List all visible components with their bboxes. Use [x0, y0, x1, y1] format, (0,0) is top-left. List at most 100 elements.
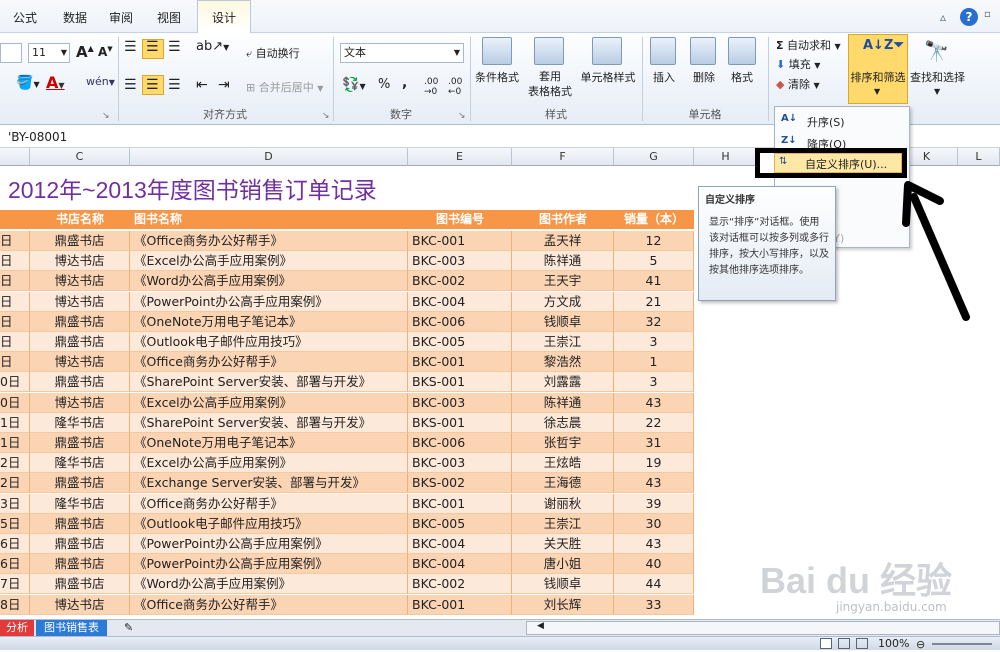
store-cell[interactable]: 隆华书店 [30, 453, 130, 474]
store-cell[interactable]: 隆华书店 [30, 493, 130, 514]
date-cell[interactable]: 日 [0, 332, 30, 352]
tab-design[interactable]: 设计 [197, 0, 251, 33]
date-cell[interactable]: 0日 [0, 372, 30, 393]
author-cell[interactable]: 刘露露 [512, 372, 614, 393]
id-cell[interactable]: BKS-001 [408, 412, 512, 433]
id-cell[interactable]: BKC-005 [408, 332, 512, 352]
author-cell[interactable]: 钱顺卓 [512, 574, 614, 595]
author-cell[interactable]: 谢丽秋 [512, 493, 614, 514]
store-cell[interactable]: 博达书店 [30, 352, 130, 373]
column-header-e[interactable]: E [408, 148, 512, 166]
author-cell[interactable]: 方文成 [512, 291, 614, 312]
date-cell[interactable]: 日 [0, 271, 30, 292]
id-cell[interactable]: BKC-003 [408, 251, 512, 272]
id-cell[interactable]: BKC-003 [408, 453, 512, 474]
date-cell[interactable]: 7日 [0, 574, 30, 595]
currency-icon[interactable]: 💱▼ [342, 77, 366, 93]
align-right-icon[interactable]: ☰ [168, 77, 181, 93]
book-cell[interactable]: 《Outlook电子邮件应用技巧》 [130, 513, 408, 534]
book-cell[interactable]: 《Office商务办公好帮手》 [130, 594, 408, 615]
store-cell[interactable]: 鼎盛书店 [30, 534, 130, 554]
sort-ascending-item[interactable]: A↓ 升序(S) [777, 111, 907, 131]
font-name-box[interactable] [0, 43, 22, 63]
qty-cell[interactable]: 3 [614, 372, 694, 393]
sheet-tab-analysis[interactable]: 分析 [0, 620, 34, 636]
book-cell[interactable]: 《Exchange Server安装、部署与开发》 [130, 473, 408, 494]
book-cell[interactable]: 《Office商务办公好帮手》 [130, 231, 408, 251]
insert-button[interactable]: 插入 [648, 69, 680, 85]
grow-font-button[interactable]: A▲ [76, 43, 94, 61]
qty-cell[interactable]: 22 [614, 412, 694, 433]
comma-button[interactable]: , [402, 75, 407, 91]
orientation-icon[interactable]: ab↗▼ [196, 39, 229, 54]
increase-indent-icon[interactable]: ⇥ [218, 77, 230, 93]
normal-view-icon[interactable] [820, 638, 832, 649]
shrink-font-button[interactable]: A▼ [98, 45, 113, 59]
id-cell[interactable]: BKC-006 [408, 433, 512, 453]
page-layout-icon[interactable] [838, 638, 850, 649]
author-cell[interactable]: 王崇江 [512, 513, 614, 534]
book-cell[interactable]: 《OneNote万用电子笔记本》 [130, 433, 408, 453]
find-select-button[interactable]: 查找和选择 [910, 69, 965, 85]
book-cell[interactable]: 《Excel办公高手应用案例》 [130, 392, 408, 413]
date-cell[interactable]: 6日 [0, 554, 30, 575]
author-cell[interactable]: 王崇江 [512, 332, 614, 352]
book-cell[interactable]: 《Outlook电子邮件应用技巧》 [130, 332, 408, 352]
id-cell[interactable]: BKC-003 [408, 392, 512, 413]
tab-review[interactable]: 审阅 [104, 6, 138, 30]
store-cell[interactable]: 鼎盛书店 [30, 311, 130, 332]
store-cell[interactable]: 鼎盛书店 [30, 372, 130, 393]
cell-styles-button[interactable]: 单元格样式 [578, 69, 638, 85]
qty-cell[interactable]: 39 [614, 493, 694, 514]
id-cell[interactable]: BKC-004 [408, 554, 512, 575]
qty-cell[interactable]: 19 [614, 453, 694, 474]
scroll-left-icon[interactable]: ◀ [537, 621, 544, 631]
decrease-indent-icon[interactable]: ⇤ [196, 77, 208, 93]
horizontal-scrollbar[interactable]: ◀ [526, 621, 1000, 635]
qty-cell[interactable]: 43 [614, 534, 694, 554]
store-cell[interactable]: 鼎盛书店 [30, 231, 130, 251]
column-header-c[interactable]: C [30, 148, 130, 166]
qty-cell[interactable]: 32 [614, 311, 694, 332]
align-bottom-icon[interactable]: ☰ [168, 39, 181, 55]
book-cell[interactable]: 《Office商务办公好帮手》 [130, 493, 408, 514]
store-cell[interactable]: 博达书店 [30, 271, 130, 292]
qty-cell[interactable]: 43 [614, 392, 694, 413]
qty-cell[interactable]: 33 [614, 594, 694, 615]
tab-view[interactable]: 视图 [152, 6, 186, 30]
custom-sort-item[interactable]: ⇅ 自定义排序(U)... [774, 153, 902, 173]
percent-button[interactable]: % [378, 77, 390, 92]
date-cell[interactable]: 2日 [0, 453, 30, 474]
store-cell[interactable]: 鼎盛书店 [30, 433, 130, 453]
book-cell[interactable]: 《Word办公高手应用案例》 [130, 271, 408, 292]
date-cell[interactable]: 5日 [0, 513, 30, 534]
more-icon[interactable]: ▫ [984, 9, 991, 20]
store-cell[interactable]: 鼎盛书店 [30, 574, 130, 595]
date-cell[interactable]: 1日 [0, 412, 30, 433]
book-cell[interactable]: 《SharePoint Server安装、部署与开发》 [130, 412, 408, 433]
qty-cell[interactable]: 5 [614, 251, 694, 272]
delete-button[interactable]: 删除 [688, 69, 720, 85]
id-cell[interactable]: BKC-004 [408, 534, 512, 554]
align-center-icon[interactable]: ☰ [146, 77, 159, 93]
alignment-dialog-launcher-icon[interactable]: ↘ [322, 111, 330, 121]
qty-cell[interactable]: 44 [614, 574, 694, 595]
number-dialog-launcher-icon[interactable]: ↘ [458, 111, 466, 121]
column-header-g[interactable]: G [614, 148, 694, 166]
id-cell[interactable]: BKC-001 [408, 594, 512, 615]
store-cell[interactable]: 鼎盛书店 [30, 554, 130, 575]
column-header-l[interactable]: L [958, 148, 1000, 166]
date-cell[interactable]: 日 [0, 291, 30, 312]
column-header-f[interactable]: F [512, 148, 614, 166]
qty-cell[interactable]: 41 [614, 271, 694, 292]
date-cell[interactable]: 0日 [0, 392, 30, 413]
id-cell[interactable]: BKC-002 [408, 271, 512, 292]
store-cell[interactable]: 博达书店 [30, 251, 130, 272]
qty-cell[interactable]: 1 [614, 352, 694, 373]
align-middle-icon[interactable]: ☰ [146, 39, 159, 55]
date-cell[interactable]: 8日 [0, 594, 30, 615]
fill-button[interactable]: ⬇ 填充 ▼ [776, 56, 820, 72]
tab-data[interactable]: 数据 [58, 6, 92, 30]
qty-cell[interactable]: 3 [614, 332, 694, 352]
id-cell[interactable]: BKC-001 [408, 352, 512, 373]
